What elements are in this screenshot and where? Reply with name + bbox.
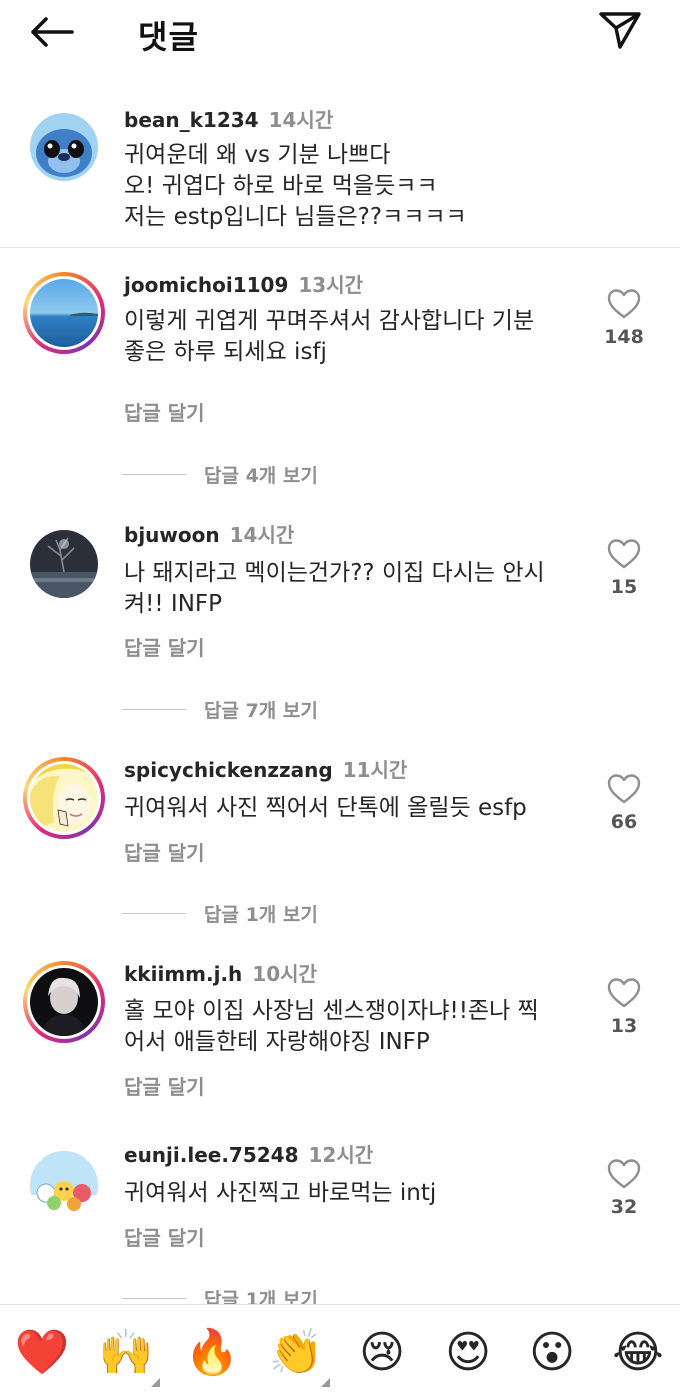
night-tree-avatar-image <box>30 530 98 598</box>
caption-line: 저는 estp입니다 님들은??ㅋㅋㅋㅋ <box>124 204 467 230</box>
avatar[interactable] <box>30 113 98 181</box>
view-replies-label: 답글 1개 보기 <box>204 903 318 926</box>
comment-text: 나 돼지라고 멕이는건가?? 이집 다시는 안시 켜!! INFP <box>124 558 584 620</box>
divider-line <box>122 1297 186 1299</box>
share-send-icon[interactable] <box>596 8 644 52</box>
comment-line: 홀 모야 이집 사장님 센스쟁이자냐!!존나 찍 <box>124 998 539 1024</box>
view-replies-label: 답글 4개 보기 <box>204 464 318 487</box>
like-count: 13 <box>610 1015 638 1037</box>
story-ring-avatar[interactable] <box>23 272 105 354</box>
heart-outline-icon[interactable] <box>607 288 641 320</box>
username[interactable]: eunji.lee.75248 <box>124 1143 299 1167</box>
comment-line: 이렇게 귀엽게 꾸며주셔서 감사합니다 기분 <box>124 308 535 334</box>
avatar[interactable] <box>30 1151 98 1219</box>
heart-outline-icon[interactable] <box>607 773 641 805</box>
caption-meta: bean_k1234 14시간 <box>124 104 333 133</box>
comment-text: 홀 모야 이집 사장님 센스쟁이자냐!!존나 찍 어서 애들한테 자랑해야징 I… <box>124 996 584 1058</box>
page-title: 댓글 <box>138 18 199 56</box>
reply-button[interactable]: 답글 달기 <box>124 1222 205 1251</box>
username[interactable]: bean_k1234 <box>124 108 259 132</box>
like-count: 15 <box>610 576 638 598</box>
reply-button[interactable]: 답글 달기 <box>124 397 205 426</box>
divider-line <box>122 473 186 475</box>
avatar[interactable] <box>30 530 98 598</box>
like-count: 66 <box>610 811 638 833</box>
heart-outline-icon[interactable] <box>607 538 641 570</box>
emoji-variant-indicator <box>151 1378 160 1387</box>
comment-text: 귀여워서 사진 찍어서 단톡에 올릴듯 esfp <box>124 793 584 824</box>
caption-text: 귀여운데 왜 vs 기분 나쁘다 오! 귀엽다 하로 바로 먹을듯ㅋㅋ 저는 e… <box>124 140 584 233</box>
back-arrow-icon[interactable] <box>28 12 76 52</box>
comment-line: 켜!! INFP <box>124 591 222 617</box>
comment-line: 나 돼지라고 멕이는건가?? 이집 다시는 안시 <box>124 560 545 586</box>
tears-of-joy-emoji-icon[interactable]: 😂 <box>610 1325 666 1381</box>
clapping-hands-emoji-icon[interactable]: 👏 <box>268 1325 324 1381</box>
heart-eyes-emoji-icon[interactable]: 😍 <box>440 1325 496 1381</box>
comment-meta: spicychickenzzang 11시간 <box>124 754 407 783</box>
ocean-avatar-image <box>30 279 98 347</box>
comment-line: 어서 애들한테 자랑해야징 INFP <box>124 1029 430 1055</box>
username[interactable]: bjuwoon <box>124 523 220 547</box>
username[interactable]: kkiimm.j.h <box>124 962 242 986</box>
like-area: 148 <box>598 288 650 348</box>
reply-button[interactable]: 답글 달기 <box>124 1071 205 1100</box>
timestamp: 11시간 <box>342 758 408 782</box>
comment-text: 귀여워서 사진찍고 바로먹는 intj <box>124 1178 584 1209</box>
stitch-avatar-image <box>30 113 98 181</box>
view-replies-label: 답글 7개 보기 <box>204 699 318 722</box>
timestamp: 12시간 <box>308 1143 374 1167</box>
caption-line: 오! 귀엽다 하로 바로 먹을듯ㅋㅋ <box>124 173 438 199</box>
like-count: 32 <box>610 1196 638 1218</box>
username[interactable]: spicychickenzzang <box>124 758 333 782</box>
divider-line <box>122 912 186 914</box>
view-replies-button[interactable]: 답글 1개 보기 <box>122 898 318 928</box>
view-replies-button[interactable]: 답글 7개 보기 <box>122 694 318 724</box>
like-area: 15 <box>598 538 650 598</box>
comment-meta: kkiimm.j.h 10시간 <box>124 958 317 987</box>
illustrated-girl-avatar-image <box>30 764 98 832</box>
comment-meta: eunji.lee.75248 12시간 <box>124 1139 373 1168</box>
emoji-variant-indicator <box>321 1378 330 1387</box>
story-ring-avatar[interactable] <box>23 961 105 1043</box>
like-area: 66 <box>598 773 650 833</box>
timestamp: 10시간 <box>252 962 317 986</box>
like-count: 148 <box>604 326 644 348</box>
heart-outline-icon[interactable] <box>607 1158 641 1190</box>
raising-hands-emoji-icon[interactable]: 🙌 <box>98 1325 154 1381</box>
timestamp: 14시간 <box>268 108 334 132</box>
comment-line: 귀여워서 사진 찍어서 단톡에 올릴듯 esfp <box>124 795 527 821</box>
divider-line <box>122 708 186 710</box>
comment-text: 이렇게 귀엽게 꾸며주셔서 감사합니다 기분 좋은 하루 되세요 isfj <box>124 306 584 368</box>
comment-meta: joomichoi1109 13시간 <box>124 269 363 298</box>
like-area: 13 <box>598 977 650 1037</box>
view-replies-button[interactable]: 답글 4개 보기 <box>122 459 318 489</box>
heart-outline-icon[interactable] <box>607 977 641 1009</box>
cartoon-characters-avatar-image <box>30 1151 98 1219</box>
dark-portrait-avatar-image <box>30 968 98 1036</box>
surprised-face-emoji-icon[interactable]: 😮 <box>524 1325 580 1381</box>
comment-meta: bjuwoon 14시간 <box>124 519 294 548</box>
reply-button[interactable]: 답글 달기 <box>124 632 205 661</box>
red-heart-emoji-icon[interactable]: ❤️ <box>14 1325 70 1381</box>
timestamp: 14시간 <box>229 523 295 547</box>
caption-line: 귀여운데 왜 vs 기분 나쁘다 <box>124 142 391 168</box>
timestamp: 13시간 <box>298 273 364 297</box>
username[interactable]: joomichoi1109 <box>124 273 288 297</box>
crying-face-emoji-icon[interactable]: 😢 <box>354 1325 410 1381</box>
emoji-quick-bar: ❤️ 🙌 🔥 👏 😢 😍 😮 😂 <box>0 1304 680 1395</box>
comment-line: 좋은 하루 되세요 isfj <box>124 339 327 365</box>
fire-emoji-icon[interactable]: 🔥 <box>184 1325 240 1381</box>
top-bar: 댓글 <box>0 0 680 64</box>
post-caption: bean_k1234 14시간 귀여운데 왜 vs 기분 나쁘다 오! 귀엽다 하… <box>0 96 680 248</box>
comment-line: 귀여워서 사진찍고 바로먹는 intj <box>124 1180 437 1206</box>
reply-button[interactable]: 답글 달기 <box>124 837 205 866</box>
like-area: 32 <box>598 1158 650 1218</box>
story-ring-avatar[interactable] <box>23 757 105 839</box>
